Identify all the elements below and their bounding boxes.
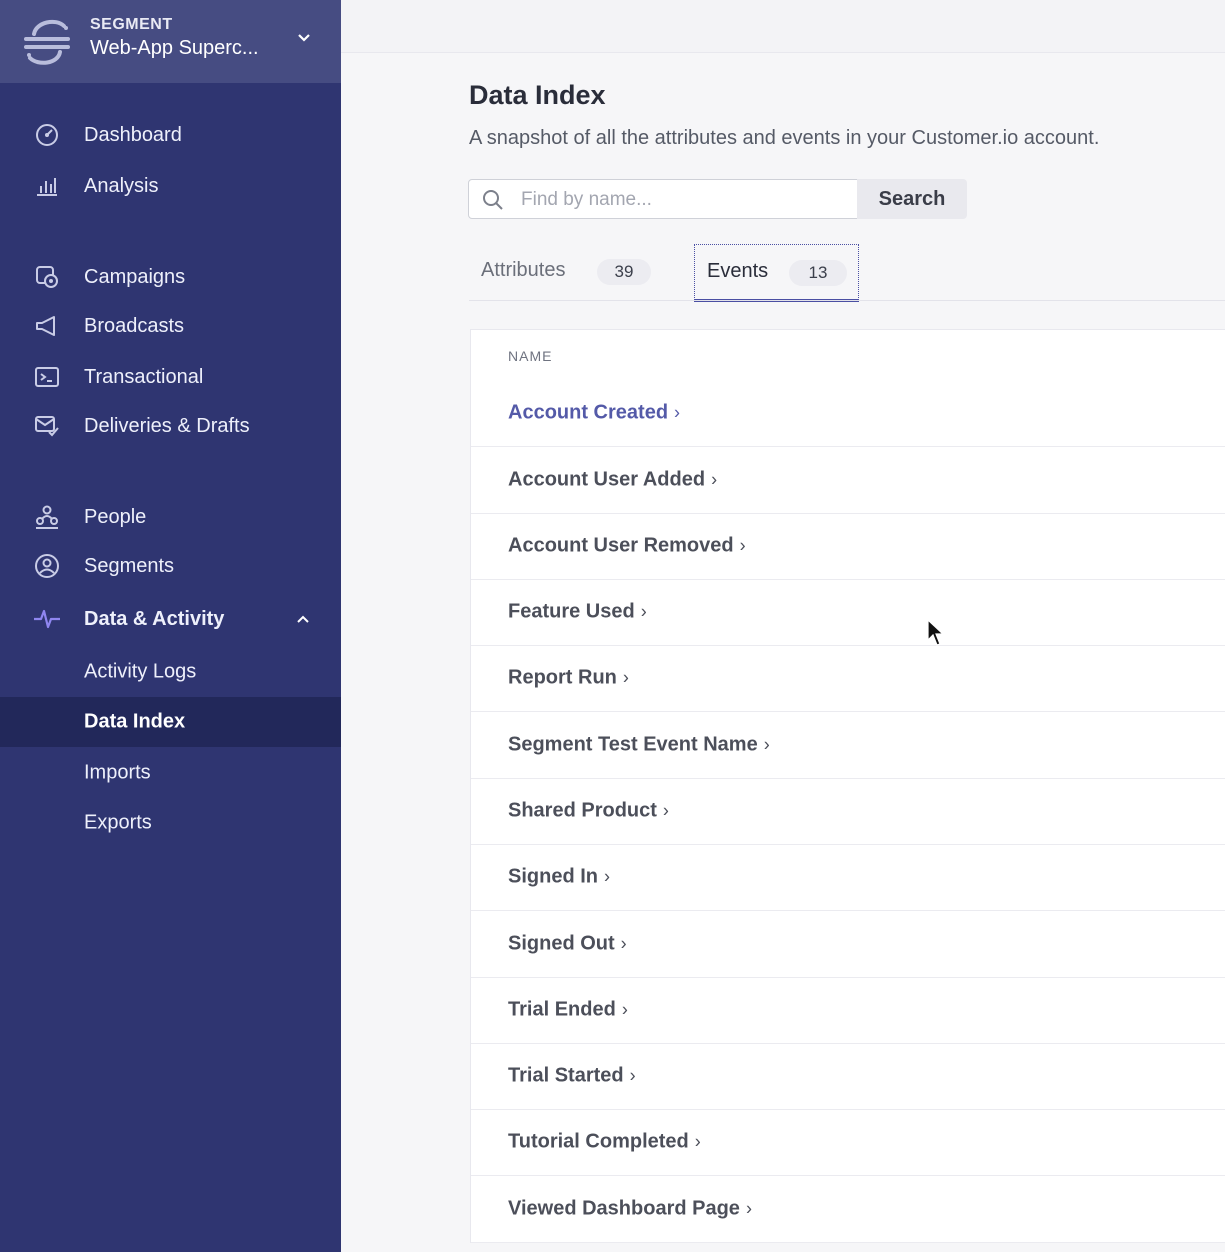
nav-imports[interactable]: Imports	[0, 748, 341, 798]
table-row[interactable]: Shared Product ›	[471, 778, 1225, 845]
nav-broadcasts-label: Broadcasts	[84, 314, 185, 337]
nav-analysis-label: Analysis	[84, 174, 159, 197]
chevron-right-icon: ›	[621, 999, 628, 1020]
nav-data-index-label: Data Index	[84, 710, 186, 733]
sidebar: SEGMENT Web-App Superc... Dashboard Anal…	[0, 0, 341, 1252]
chevron-right-icon: ›	[745, 1198, 752, 1219]
nav-deliveries-label: Deliveries & Drafts	[84, 414, 250, 437]
chevron-right-icon: ›	[711, 469, 718, 490]
row-label: Shared Product	[508, 799, 657, 822]
mouse-cursor-icon	[927, 618, 945, 646]
nav-deliveries-drafts[interactable]: Deliveries & Drafts	[0, 404, 341, 448]
tab-events[interactable]: Events 13	[694, 244, 859, 302]
nav-analysis[interactable]: Analysis	[0, 164, 341, 208]
chevron-right-icon: ›	[629, 1065, 636, 1086]
chevron-up-icon	[297, 615, 309, 623]
table-row[interactable]: Feature Used ›	[471, 579, 1225, 646]
row-label: Signed In	[508, 865, 598, 888]
nav-people-label: People	[84, 505, 147, 528]
nav-people[interactable]: People	[0, 495, 341, 539]
nav-broadcasts[interactable]: Broadcasts	[0, 304, 341, 348]
chevron-right-icon: ›	[620, 933, 627, 954]
chevron-right-icon: ›	[604, 866, 610, 887]
row-label: Viewed Dashboard Page	[508, 1197, 740, 1220]
workspace-switcher[interactable]: SEGMENT Web-App Superc...	[0, 0, 341, 83]
gauge-icon	[33, 121, 61, 149]
nav-activity-logs[interactable]: Activity Logs	[0, 647, 341, 697]
nav-exports-label: Exports	[84, 811, 152, 834]
segments-icon	[33, 552, 61, 580]
nav-campaigns[interactable]: Campaigns	[0, 255, 341, 299]
page-title: Data Index	[469, 80, 606, 110]
nav-dashboard-label: Dashboard	[84, 123, 182, 146]
search-input[interactable]	[519, 186, 843, 214]
table-row[interactable]: Account Created ›	[471, 380, 1225, 447]
row-label: Account User Added	[508, 468, 706, 491]
row-label: Account Created	[508, 401, 669, 424]
chevron-right-icon: ›	[622, 667, 629, 688]
table-row[interactable]: Trial Ended ›	[471, 977, 1225, 1044]
chevron-down-icon	[298, 34, 310, 42]
chevron-right-icon: ›	[674, 402, 681, 423]
table-row[interactable]: Tutorial Completed ›	[471, 1109, 1225, 1176]
table-row[interactable]: Account User Added ›	[471, 447, 1225, 514]
nav-imports-label: Imports	[84, 761, 151, 784]
nav-data-index[interactable]: Data Index	[0, 697, 341, 747]
table-header-name: NAME	[508, 348, 553, 364]
terminal-icon	[33, 363, 61, 391]
table-row[interactable]: Signed In ›	[471, 844, 1225, 911]
search-icon	[483, 190, 503, 210]
events-table: NAME Account Created › Account User Added…	[470, 329, 1225, 1243]
table-row[interactable]: Trial Started ›	[471, 1043, 1225, 1110]
table-row[interactable]: Account User Removed ›	[471, 513, 1225, 580]
segment-logo-icon	[24, 19, 70, 65]
chevron-right-icon: ›	[763, 734, 770, 755]
nav-dashboard[interactable]: Dashboard	[0, 113, 341, 157]
table-row[interactable]: Viewed Dashboard Page ›	[471, 1176, 1225, 1243]
nav-segments-label: Segments	[84, 554, 175, 577]
nav-transactional[interactable]: Transactional	[0, 355, 341, 399]
workspace-name: Web-App Superc...	[90, 37, 259, 59]
people-icon	[33, 503, 61, 531]
search-button[interactable]: Search	[857, 179, 967, 219]
chevron-right-icon: ›	[694, 1131, 701, 1152]
row-label: Feature Used	[508, 600, 635, 623]
workspace-brand: SEGMENT	[90, 16, 173, 33]
megaphone-icon	[33, 312, 61, 340]
row-label: Report Run	[508, 666, 617, 689]
top-bar	[341, 0, 1225, 53]
chevron-right-icon: ›	[640, 601, 647, 622]
bar-chart-icon	[33, 172, 61, 200]
tab-attributes-label: Attributes	[481, 259, 566, 281]
row-label: Tutorial Completed	[508, 1130, 689, 1153]
search-bar: Search	[468, 179, 968, 219]
nav-segments[interactable]: Segments	[0, 544, 341, 588]
tab-events-label: Events	[707, 260, 769, 282]
search-field	[468, 179, 858, 219]
tab-attributes-count: 39	[597, 259, 651, 285]
table-row[interactable]: Segment Test Event Name ›	[471, 712, 1225, 779]
tab-events-count: 13	[789, 260, 847, 286]
chevron-right-icon: ›	[739, 535, 746, 556]
pulse-icon	[33, 605, 61, 633]
row-label: Segment Test Event Name	[508, 733, 758, 756]
nav-exports[interactable]: Exports	[0, 798, 341, 848]
campaigns-icon	[33, 263, 61, 291]
page-subtitle: A snapshot of all the attributes and eve…	[469, 127, 1100, 149]
nav-data-activity-label: Data & Activity	[84, 607, 225, 630]
nav-transactional-label: Transactional	[84, 365, 204, 388]
chevron-right-icon: ›	[662, 800, 669, 821]
nav-campaigns-label: Campaigns	[84, 265, 186, 288]
table-row[interactable]: Signed Out ›	[471, 911, 1225, 978]
nav-data-activity[interactable]: Data & Activity	[0, 597, 341, 641]
row-label: Signed Out	[508, 932, 615, 955]
row-label: Trial Ended	[508, 998, 616, 1021]
table-row[interactable]: Report Run ›	[471, 645, 1225, 712]
tabs-divider	[469, 300, 1225, 301]
deliveries-icon	[33, 412, 61, 440]
nav-activity-logs-label: Activity Logs	[84, 660, 197, 683]
row-label: Account User Removed	[508, 534, 734, 557]
row-label: Trial Started	[508, 1064, 624, 1087]
